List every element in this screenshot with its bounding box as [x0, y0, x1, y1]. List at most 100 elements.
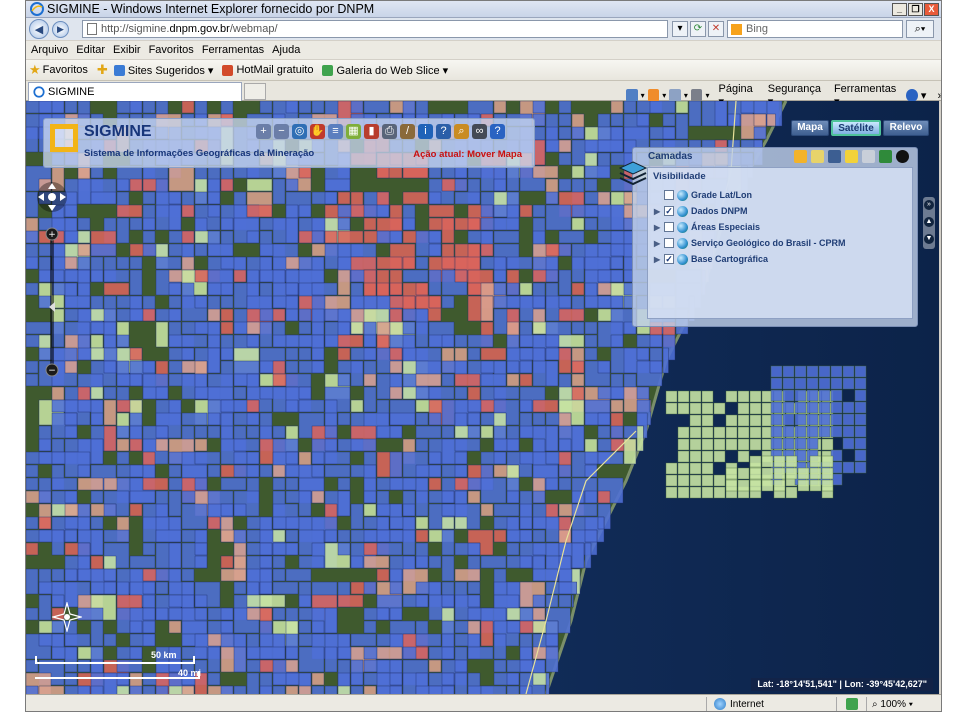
- print-tool-icon[interactable]: ⎙: [382, 124, 397, 139]
- globe-icon: [677, 237, 688, 249]
- layer-row-grade-lat-lon[interactable]: Grade Lat/Lon: [654, 188, 752, 202]
- folder-icon[interactable]: [794, 150, 807, 163]
- fav-link-label: Sites Sugeridos ▾: [127, 64, 214, 77]
- up-nav-icon[interactable]: ▲: [924, 217, 934, 227]
- map-type-mapa-button[interactable]: Mapa: [791, 120, 829, 136]
- layer-expand-icon[interactable]: ▶: [654, 207, 664, 216]
- favorites-bar: ★ Favoritos ✚ Sites Sugeridos ▾ HotMail …: [26, 60, 941, 81]
- url-path: /webmap/: [229, 23, 278, 35]
- forward-nav-icon[interactable]: »: [924, 200, 934, 210]
- menu-editar[interactable]: Editar: [76, 44, 105, 56]
- address-bar[interactable]: http://sigmine. dnpm.gov.br/webmap/: [82, 20, 668, 38]
- layer-checkbox[interactable]: [664, 222, 674, 232]
- internet-explorer-icon: [30, 2, 44, 16]
- fav-link-web-slice[interactable]: Galeria do Web Slice ▾: [322, 64, 448, 77]
- map-tool-icon[interactable]: ▦: [346, 124, 361, 139]
- add-layer-icon[interactable]: [845, 150, 858, 163]
- add-favorite-icon[interactable]: ✚: [97, 62, 108, 78]
- north-arrow-icon: [52, 602, 82, 632]
- tool-icon[interactable]: [828, 150, 841, 163]
- zoom-in-tool-icon[interactable]: +: [256, 124, 271, 139]
- list-icon[interactable]: [811, 150, 824, 163]
- menu-ajuda[interactable]: Ajuda: [272, 44, 300, 56]
- layer-label: Grade Lat/Lon: [691, 190, 753, 200]
- menu-ferramentas[interactable]: Ferramentas: [202, 44, 264, 56]
- back-arrow-icon: ◀: [34, 23, 44, 36]
- zoom-out-tool-icon[interactable]: −: [274, 124, 289, 139]
- minimize-button[interactable]: _: [892, 2, 907, 16]
- more-commands-button[interactable]: »: [937, 90, 941, 102]
- zoom-extent-tool-icon[interactable]: ◎: [292, 124, 307, 139]
- fav-link-sites-sugeridos[interactable]: Sites Sugeridos ▾: [113, 64, 214, 77]
- pan-control[interactable]: [36, 181, 68, 213]
- search-button[interactable]: ⌕▾: [906, 20, 934, 38]
- hotmail-icon: [222, 64, 234, 76]
- ie-page-icon: [113, 64, 125, 76]
- tab-label: SIGMINE: [48, 86, 95, 98]
- expand-panel-icon[interactable]: [879, 150, 892, 163]
- layer-checkbox[interactable]: [664, 190, 674, 200]
- stop-button[interactable]: ✕: [708, 21, 724, 37]
- fav-link-label: Galeria do Web Slice ▾: [336, 64, 449, 77]
- zoom-out-icon: −: [48, 366, 56, 376]
- help-tool-icon[interactable]: ?: [490, 124, 505, 139]
- maximize-button[interactable]: ❐: [908, 2, 923, 16]
- layer-label: Dados DNPM: [691, 206, 748, 216]
- layer-expand-icon[interactable]: ▶: [654, 223, 664, 232]
- close-panel-icon[interactable]: [896, 150, 909, 163]
- scale-km-label: 50 km: [151, 650, 177, 660]
- layer-row-areas-especiais[interactable]: ▶ Áreas Especiais: [654, 220, 760, 234]
- address-row: ◀ ▶ http://sigmine. dnpm.gov.br/webmap/ ▾…: [26, 18, 941, 40]
- layer-row-cprm[interactable]: ▶ Serviço Geológico do Brasil - CPRM: [654, 236, 846, 250]
- favorites-label: Favoritos: [42, 64, 88, 76]
- identify-tool-icon[interactable]: i: [418, 124, 433, 139]
- pan-hand-tool-icon[interactable]: ✋: [310, 124, 325, 139]
- url-domain: dnpm.gov.br: [169, 23, 230, 35]
- forward-button[interactable]: ▶: [52, 20, 69, 38]
- search-input[interactable]: Bing: [727, 20, 903, 38]
- layer-row-base-cartografica[interactable]: ▶ ✓ Base Cartográfica: [654, 252, 768, 266]
- menu-exibir[interactable]: Exibir: [113, 44, 141, 56]
- layer-checkbox[interactable]: ✓: [664, 254, 674, 264]
- sigmine-logo: [50, 124, 78, 152]
- layers-tool-icon[interactable]: ≡: [328, 124, 343, 139]
- layer-row-dados-dnpm[interactable]: ▶ ✓ Dados DNPM: [654, 204, 748, 218]
- protected-mode-icon[interactable]: [846, 698, 858, 710]
- search-tool-icon[interactable]: ⌕: [454, 124, 469, 139]
- measure-tool-icon[interactable]: /: [400, 124, 415, 139]
- map-viewport[interactable]: + − 50 km 40 mi SIGMINE Sistema de Infor…: [26, 101, 939, 694]
- security-zone-label: Internet: [730, 699, 764, 710]
- zoom-level-button[interactable]: ⌕ 100% ▾: [872, 698, 913, 711]
- fav-link-hotmail[interactable]: HotMail gratuito: [222, 64, 313, 76]
- tab-sigmine[interactable]: SIGMINE: [28, 82, 242, 101]
- menu-favoritos[interactable]: Favoritos: [149, 44, 194, 56]
- refresh-button[interactable]: ⟳: [690, 21, 706, 37]
- search-placeholder: Bing: [746, 23, 769, 35]
- bookmark-tool-icon[interactable]: ▮: [364, 124, 379, 139]
- map-type-relevo-button[interactable]: Relevo: [883, 120, 929, 136]
- globe-icon: [677, 189, 688, 201]
- query-tool-icon[interactable]: ?: [436, 124, 451, 139]
- zoom-slider[interactable]: + −: [45, 227, 59, 377]
- star-icon: ★: [29, 62, 41, 77]
- menu-arquivo[interactable]: Arquivo: [31, 44, 68, 56]
- down-nav-icon[interactable]: ▼: [924, 234, 934, 244]
- tab-bar: SIGMINE ▾ ▾ ▾ ▾ Página ▾ Segurança ▾ Fer…: [26, 81, 941, 108]
- link-tool-icon[interactable]: ∞: [472, 124, 487, 139]
- zoom-level: 100%: [880, 699, 906, 710]
- trash-icon[interactable]: [862, 150, 875, 163]
- close-button[interactable]: X: [924, 2, 939, 16]
- address-dropdown-button[interactable]: ▾: [672, 21, 688, 37]
- map-type-satelite-button[interactable]: Satélite: [831, 120, 881, 136]
- layer-checkbox[interactable]: [664, 238, 674, 248]
- favorites-button[interactable]: ★ Favoritos: [29, 62, 88, 78]
- layer-checkbox[interactable]: ✓: [664, 206, 674, 216]
- layer-expand-icon[interactable]: ▶: [654, 239, 664, 248]
- browser-window: SIGMINE - Windows Internet Explorer forn…: [25, 0, 942, 712]
- internet-explorer-icon: [33, 86, 45, 98]
- zoom-in-icon: +: [48, 230, 56, 240]
- back-button[interactable]: ◀: [29, 19, 49, 39]
- layer-expand-icon[interactable]: ▶: [654, 255, 664, 264]
- bing-icon: [731, 23, 742, 35]
- new-tab-button[interactable]: [244, 83, 266, 100]
